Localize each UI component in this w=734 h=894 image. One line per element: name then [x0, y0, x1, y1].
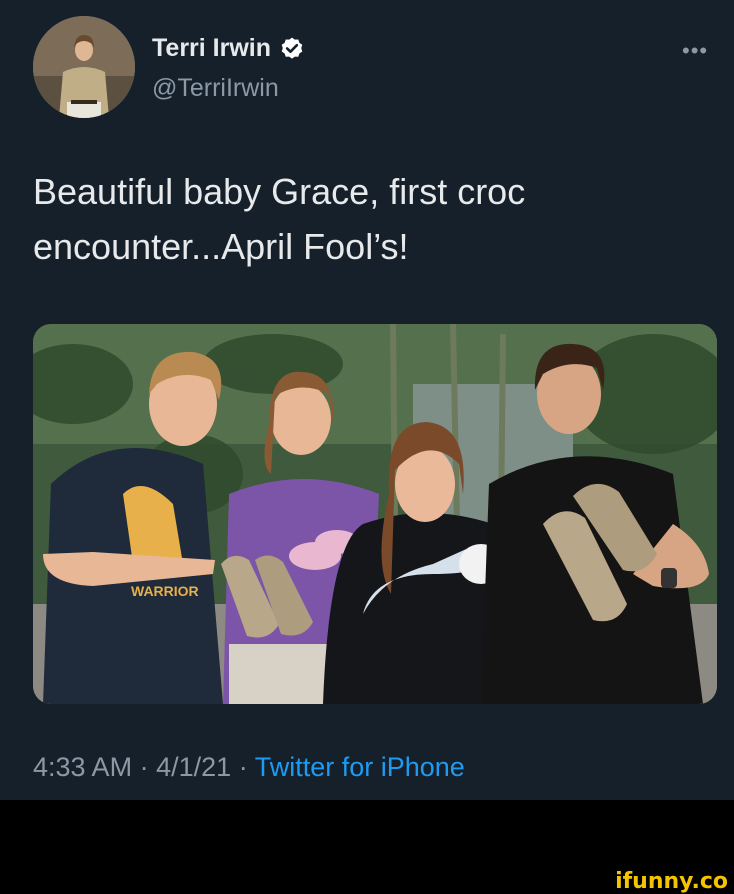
more-options-icon[interactable]: •••	[682, 38, 708, 64]
avatar[interactable]	[33, 16, 135, 118]
separator: ·	[139, 752, 149, 782]
tweet-time[interactable]: 4:33 AM	[33, 752, 132, 782]
tweet-photo[interactable]: WARRIOR	[33, 324, 717, 704]
author-row: Terri Irwin	[152, 34, 305, 63]
author-handle[interactable]: @TerriIrwin	[152, 74, 279, 103]
separator: ·	[238, 752, 248, 782]
tweet-source-link[interactable]: Twitter for iPhone	[255, 752, 465, 782]
tweet-date[interactable]: 4/1/21	[156, 752, 231, 782]
family-photo: WARRIOR	[33, 324, 717, 704]
author-name[interactable]: Terri Irwin	[152, 34, 271, 63]
tweet-card: Terri Irwin @TerriIrwin ••• Beautiful ba…	[0, 0, 734, 800]
ifunny-watermark: ifunny.co	[615, 869, 728, 894]
tweet-text: Beautiful baby Grace, first croc encount…	[33, 164, 693, 274]
tweet-text-line: encounter...April Fool’s!	[33, 226, 409, 267]
verified-badge-icon	[279, 36, 305, 62]
shirt-text: WARRIOR	[131, 583, 199, 599]
avatar-image	[33, 16, 135, 118]
tweet-text-line: Beautiful baby Grace, first croc	[33, 171, 526, 212]
tweet-meta: 4:33 AM · 4/1/21 · Twitter for iPhone	[33, 752, 465, 783]
